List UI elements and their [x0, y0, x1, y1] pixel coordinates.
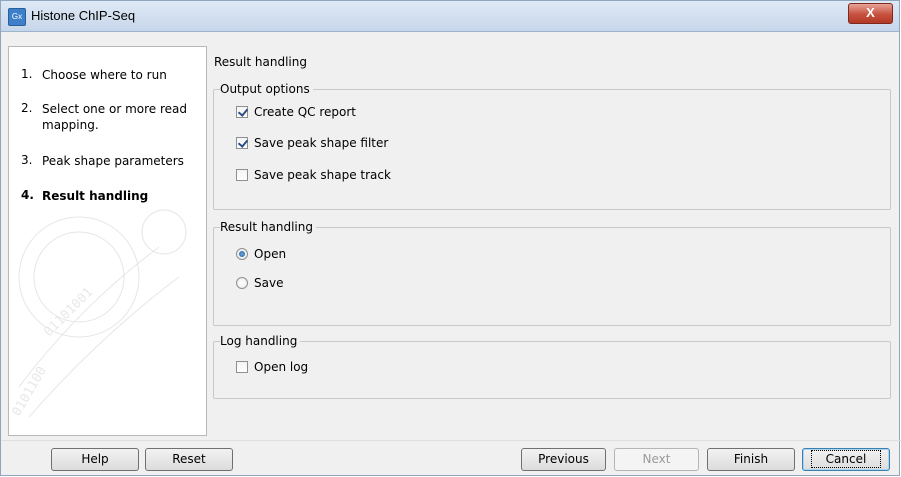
title-bar: Gx Histone ChIP-Seq X: [1, 1, 899, 32]
step-label: Peak shape parameters: [42, 154, 184, 168]
radio-unselected-icon[interactable]: [236, 277, 248, 289]
group-title: Log handling: [220, 334, 301, 348]
step-number: 2.: [21, 101, 33, 115]
panel-heading: Result handling: [214, 55, 307, 69]
previous-button[interactable]: Previous: [521, 448, 606, 471]
app-icon: Gx: [8, 8, 26, 26]
step-label: Select one or more read mapping.: [42, 102, 187, 132]
svg-text:01101001: 01101001: [41, 285, 96, 340]
wizard-window: Gx Histone ChIP-Seq X 01101001 0101100 1…: [0, 0, 901, 476]
log-handling-group: Log handling Open log: [213, 334, 891, 399]
checkbox-label: Open log: [254, 360, 309, 374]
step-label: Choose where to run: [42, 68, 167, 82]
result-handling-group: Result handling Open Save: [213, 220, 891, 326]
checkbox-label: Create QC report: [254, 105, 356, 119]
radio-label: Save: [254, 276, 284, 290]
next-button[interactable]: Next: [614, 448, 699, 471]
close-button[interactable]: X: [848, 3, 893, 24]
step-number: 3.: [21, 153, 33, 167]
step-label: Result handling: [42, 189, 149, 203]
cancel-button-label: Cancel: [810, 450, 882, 468]
wizard-steps-panel: 01101001 0101100 1. Choose where to run …: [8, 46, 207, 436]
step-number: 1.: [21, 67, 33, 81]
step-number: 4.: [21, 188, 34, 202]
radio-label: Open: [254, 247, 287, 261]
cancel-button[interactable]: Cancel: [802, 448, 890, 471]
finish-button[interactable]: Finish: [707, 448, 795, 471]
window-title: Histone ChIP-Seq: [31, 8, 136, 23]
checkbox-unchecked-icon[interactable]: [236, 169, 248, 181]
settings-panel: Result handling Output options Create QC…: [209, 46, 894, 436]
checkbox-unchecked-icon[interactable]: [236, 361, 248, 373]
checkbox-checked-icon[interactable]: [236, 106, 248, 118]
watermark-graphic: 01101001 0101100: [9, 209, 187, 419]
radio-selected-icon[interactable]: [236, 248, 248, 260]
reset-button[interactable]: Reset: [145, 448, 233, 471]
output-options-group: Output options Create QC report Save pea…: [213, 82, 891, 210]
checkbox-label: Save peak shape filter: [254, 136, 389, 150]
group-title: Output options: [220, 82, 313, 96]
svg-text:0101100: 0101100: [9, 364, 49, 419]
group-title: Result handling: [220, 220, 316, 234]
footer-separator: [1, 440, 901, 441]
checkbox-label: Save peak shape track: [254, 168, 391, 182]
checkbox-checked-icon[interactable]: [236, 137, 248, 149]
help-button[interactable]: Help: [51, 448, 139, 471]
